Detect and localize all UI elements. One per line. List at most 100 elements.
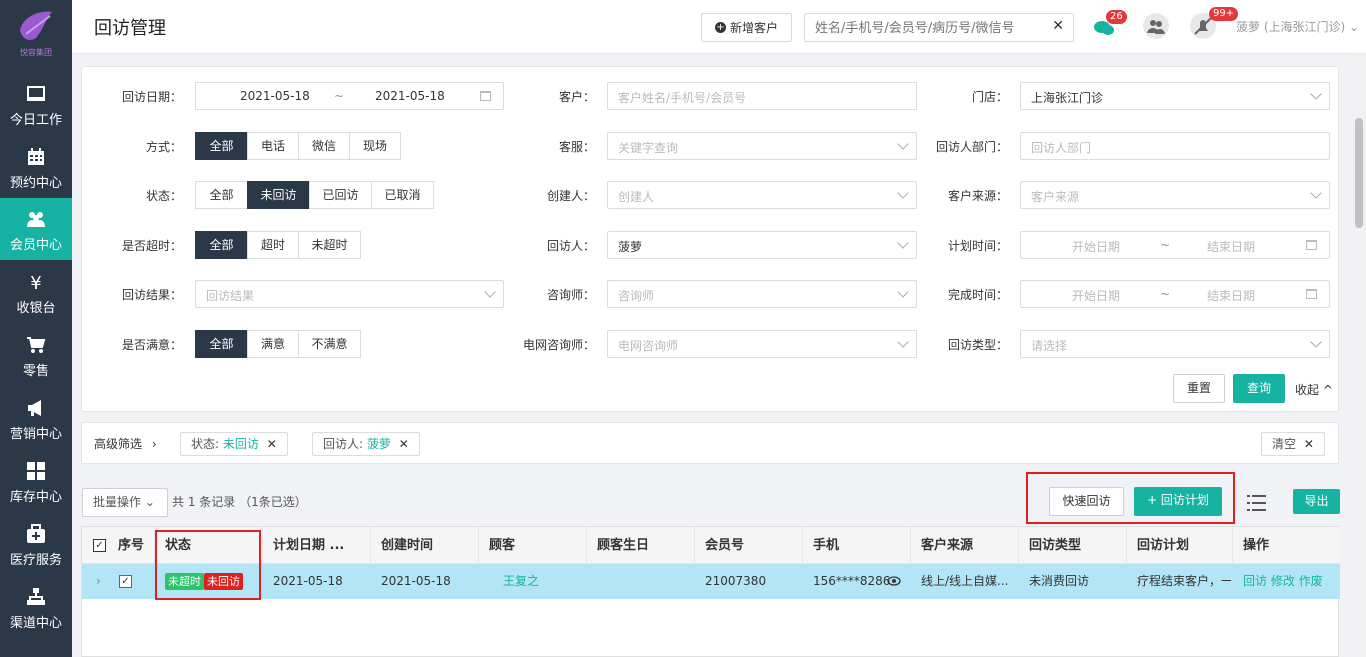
dept-field[interactable]: 回访人部门: [1020, 132, 1330, 160]
sidebar-item-member[interactable]: 会员中心: [0, 198, 72, 260]
global-search-input[interactable]: [815, 18, 1035, 38]
sidebar-item-channel[interactable]: 渠道中心: [0, 576, 72, 638]
online-consultant-select[interactable]: 电网咨询师: [607, 330, 917, 358]
customer-label: 客户：: [558, 90, 595, 104]
visitor-label: 回访人：: [546, 239, 595, 253]
chevron-right-icon: ›: [151, 437, 157, 451]
megaphone-icon: [28, 400, 41, 416]
result-label: 回访结果：: [121, 288, 182, 302]
col-header-actions: 操作: [1243, 538, 1270, 553]
users-icon: [27, 212, 45, 227]
close-icon[interactable]: ✕: [267, 437, 277, 451]
sidebar-item-inventory[interactable]: 库存中心: [0, 450, 72, 512]
done-time-label: 完成时间：: [947, 288, 1008, 302]
consultant-select[interactable]: 咨询师: [607, 280, 917, 308]
source-cell: 线上/线上自媒...: [921, 574, 1009, 588]
store-label: 门店：: [971, 90, 1008, 104]
col-header-customer: 顾客: [479, 527, 587, 564]
batch-ops-dropdown[interactable]: 批量操作 ⌄: [82, 488, 168, 517]
method-onsite[interactable]: 现场: [349, 132, 401, 160]
member-no-cell: 21007380: [705, 574, 767, 588]
record-count: 共 1 条记录 （1条已选）: [172, 495, 307, 509]
satisfied-all[interactable]: 全部: [195, 330, 248, 358]
column-settings-icon[interactable]: [1247, 494, 1267, 512]
plan-cell: 疗程结束客户，一: [1137, 574, 1231, 588]
edit-action[interactable]: 修改: [1271, 574, 1295, 588]
method-wechat[interactable]: 微信: [298, 132, 350, 160]
visit-action[interactable]: 回访: [1243, 574, 1267, 588]
overtime-all[interactable]: 全部: [195, 231, 248, 259]
status-segment: 全部 未回访 已回访 已取消: [195, 181, 434, 209]
export-button[interactable]: 导出: [1293, 489, 1340, 514]
visit-date-label: 回访日期：: [121, 90, 182, 104]
eye-icon[interactable]: [887, 576, 901, 586]
overtime-no[interactable]: 未超时: [298, 231, 361, 259]
creator-select[interactable]: 创建人: [607, 181, 917, 209]
advanced-filter-label: 高级筛选: [94, 437, 143, 451]
new-customer-button[interactable]: + 新增客户: [701, 13, 792, 42]
col-header-plan-date[interactable]: 计划日期 ...: [263, 527, 371, 564]
visit-type-select[interactable]: 请选择: [1020, 330, 1330, 358]
chevron-down-icon: ⌄: [1349, 20, 1360, 34]
customer-link[interactable]: 王复之: [503, 564, 539, 599]
notification-button[interactable]: 99+: [1189, 7, 1239, 40]
col-header-birthday: 顾客生日: [587, 527, 695, 564]
status-unvisited[interactable]: 未回访: [247, 181, 310, 209]
logo-text: 悦容集团: [20, 48, 52, 57]
method-segment: 全部 电话 微信 现场: [195, 132, 401, 160]
sidebar-item-today[interactable]: 今日工作: [0, 73, 72, 135]
source-label: 客户来源：: [947, 189, 1008, 203]
status-all[interactable]: 全部: [195, 181, 248, 209]
method-all[interactable]: 全部: [195, 132, 248, 160]
satisfied-no[interactable]: 不满意: [298, 330, 361, 358]
collapse-toggle[interactable]: 收起 ^: [1295, 381, 1333, 398]
sidebar-item-cashier[interactable]: ¥ 收银台: [0, 261, 72, 323]
visitor-select[interactable]: 菠萝: [607, 231, 917, 259]
status-cancelled[interactable]: 已取消: [371, 181, 434, 209]
consultant-placeholder: 咨询师: [618, 289, 655, 303]
col-header-index: 序号: [110, 527, 155, 564]
reset-button[interactable]: 重置: [1173, 374, 1225, 403]
contacts-button[interactable]: [1142, 12, 1170, 40]
sidebar-item-medical[interactable]: 医疗服务: [0, 513, 72, 575]
visit-date-range[interactable]: 2021-05-18 ~ 2021-05-18: [195, 82, 504, 110]
service-select[interactable]: 关键字查询: [607, 132, 917, 160]
satisfied-yes[interactable]: 满意: [247, 330, 299, 358]
done-time-range[interactable]: 开始日期 ~ 结束日期: [1020, 280, 1330, 308]
overtime-yes[interactable]: 超时: [247, 231, 299, 259]
user-menu[interactable]: 菠萝 (上海张江门诊) ⌄: [1236, 18, 1359, 35]
table-row[interactable]: › ✓ 未超时 未回访 2021-05-18 2021-05-18 王复之 210…: [82, 564, 1340, 599]
calendar-icon: [28, 148, 44, 165]
chat-button[interactable]: 26: [1090, 10, 1127, 40]
scrollbar-track[interactable]: [1352, 54, 1366, 657]
result-select[interactable]: 回访结果: [195, 280, 504, 308]
expand-row-icon[interactable]: ›: [96, 564, 101, 599]
consultant-label: 咨询师：: [546, 288, 595, 302]
calendar-icon: [480, 91, 491, 101]
source-select[interactable]: 客户来源: [1020, 181, 1330, 209]
sidebar-item-retail[interactable]: 零售: [0, 324, 72, 386]
status-visited[interactable]: 已回访: [309, 181, 372, 209]
sidebar-item-marketing[interactable]: 营销中心: [0, 387, 72, 449]
scrollbar-thumb[interactable]: [1355, 118, 1363, 228]
store-select[interactable]: 上海张江门诊: [1020, 82, 1330, 110]
advanced-filter-toggle[interactable]: 高级筛选 ›: [94, 435, 157, 452]
medkit-icon: [27, 524, 45, 543]
select-all-checkbox[interactable]: ✓: [93, 539, 106, 552]
clear-search-icon[interactable]: ✕: [1052, 18, 1064, 34]
query-button[interactable]: 查询: [1233, 374, 1285, 403]
sidebar-item-label: 库存中心: [9, 490, 62, 505]
date-to: 2021-05-18: [375, 89, 445, 103]
row-checkbox[interactable]: ✓: [119, 575, 132, 588]
void-action[interactable]: 作废: [1299, 574, 1323, 588]
header: 回访管理 +新增客户 ✕ 26 99+ 菠萝 (上海张江门诊) ⌄: [72, 0, 1366, 54]
method-phone[interactable]: 电话: [247, 132, 299, 160]
close-icon[interactable]: ✕: [399, 437, 409, 451]
chevron-down-icon: [897, 138, 909, 150]
customer-field[interactable]: 客户姓名/手机号/会员号: [607, 82, 917, 110]
sidebar-item-appointment[interactable]: 预约中心: [0, 136, 72, 198]
clear-filters-button[interactable]: 清空 ✕: [1261, 432, 1325, 456]
service-label: 客服：: [558, 140, 595, 154]
plan-end-placeholder: 结束日期: [1207, 240, 1256, 254]
plan-time-range[interactable]: 开始日期 ~ 结束日期: [1020, 231, 1330, 259]
